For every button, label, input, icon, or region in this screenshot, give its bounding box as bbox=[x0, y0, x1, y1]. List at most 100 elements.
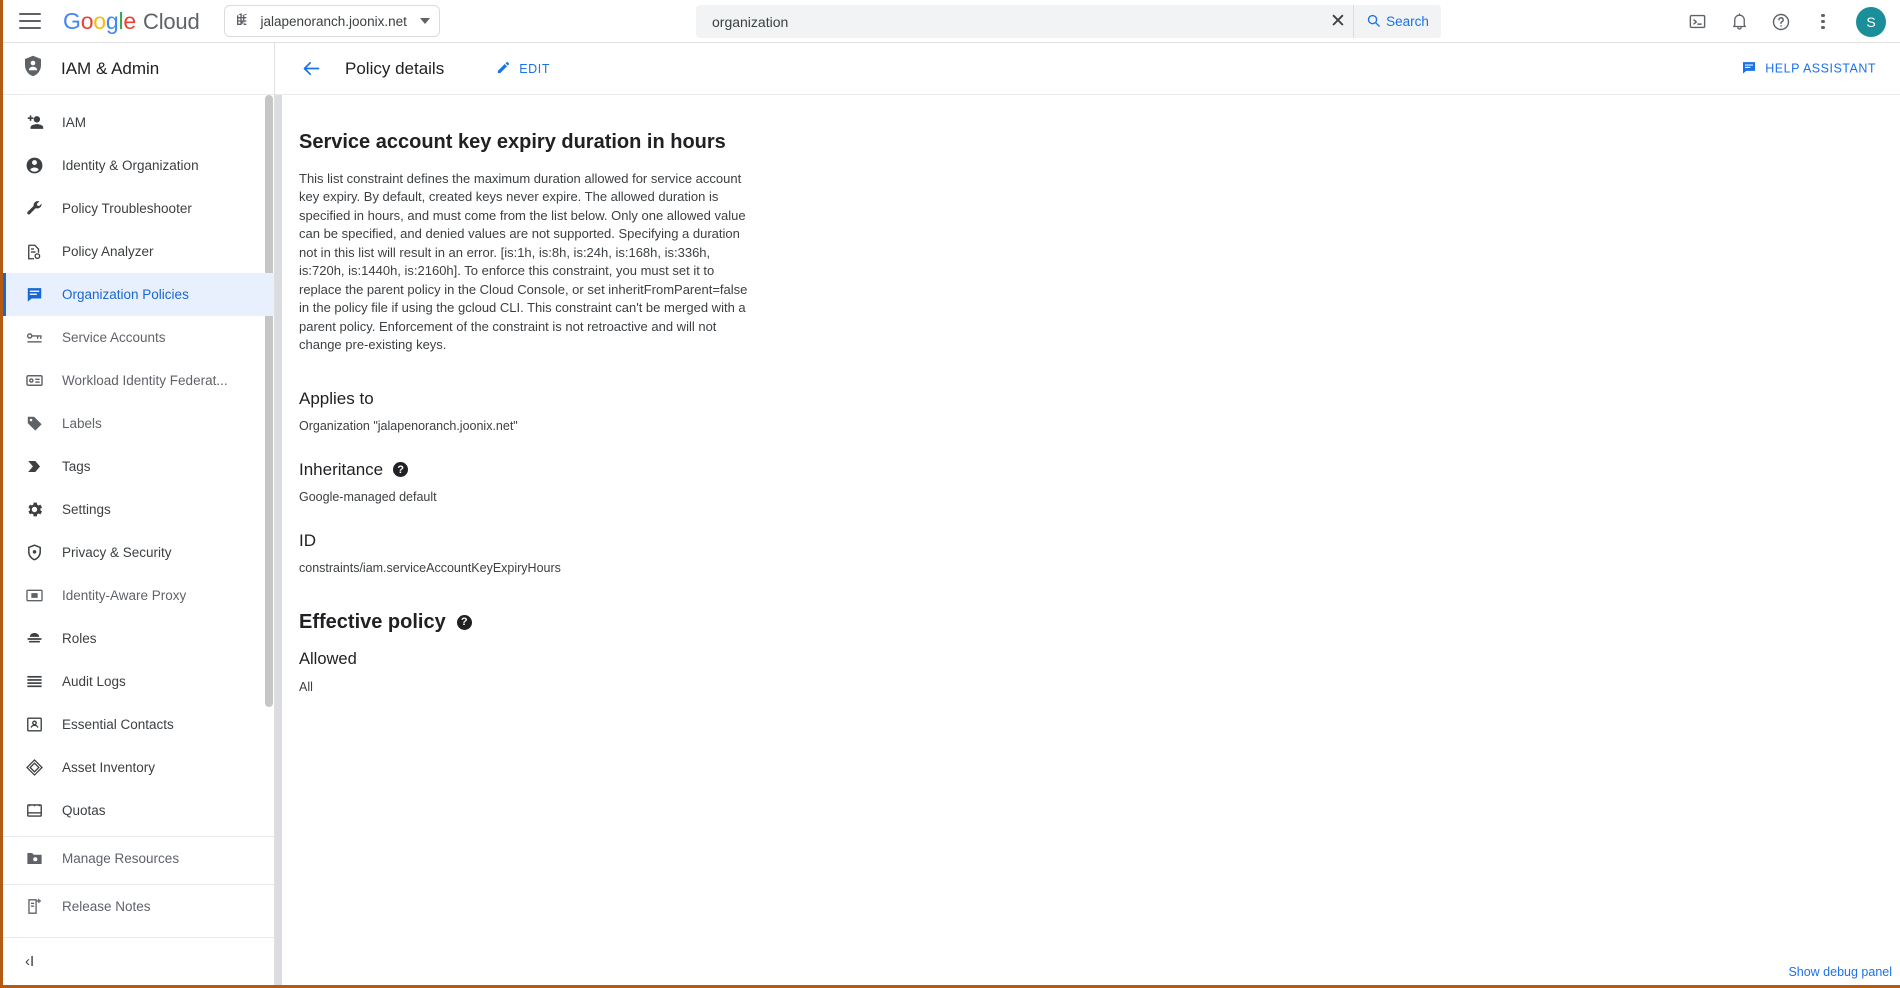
inheritance-heading-label: Inheritance bbox=[299, 459, 384, 479]
pencil-edit-icon bbox=[496, 60, 511, 78]
google-cloud-logo[interactable]: Google Cloud bbox=[63, 7, 200, 35]
sidebar-item-label: Release Notes bbox=[62, 899, 151, 914]
sidebar-item-label: Roles bbox=[62, 631, 97, 646]
sidebar-item-label: Policy Troubleshooter bbox=[62, 201, 192, 216]
sidebar-item-label: Quotas bbox=[62, 803, 106, 818]
avatar[interactable]: S bbox=[1856, 6, 1886, 37]
inheritance-value: Google-managed default bbox=[299, 489, 437, 504]
label-tag-icon bbox=[24, 414, 44, 434]
main-content-scrollbar[interactable] bbox=[275, 95, 282, 985]
layers-diamond-icon bbox=[24, 758, 44, 778]
id-heading: ID bbox=[299, 531, 1175, 551]
chevron-down-icon bbox=[419, 18, 430, 24]
search-button-label: Search bbox=[1386, 14, 1429, 29]
global-search-bar: ✕ Search bbox=[696, 5, 1441, 38]
sidebar-item-settings[interactable]: Settings bbox=[3, 488, 274, 531]
sidebar-header: IAM & Admin bbox=[3, 43, 274, 95]
list-lines-icon bbox=[24, 672, 44, 692]
main-content-area: Policy details EDIT HELP ASSISTANT Servi… bbox=[275, 43, 1900, 985]
sidebar-item-manage-resources[interactable]: Manage Resources bbox=[3, 837, 274, 880]
contact-card-icon bbox=[24, 715, 44, 735]
logo-letter-o1: o bbox=[80, 7, 94, 34]
more-options-icon[interactable] bbox=[1804, 3, 1842, 41]
search-input[interactable] bbox=[712, 13, 1323, 30]
page-toolbar: Policy details EDIT HELP ASSISTANT bbox=[275, 43, 1900, 95]
help-assistant-label: HELP ASSISTANT bbox=[1765, 61, 1876, 76]
page-title: Policy details bbox=[345, 58, 445, 78]
help-question-icon[interactable] bbox=[1762, 3, 1800, 41]
document-search-icon bbox=[24, 242, 44, 262]
edit-button[interactable]: EDIT bbox=[488, 54, 558, 84]
roles-hat-icon bbox=[24, 629, 44, 649]
sidebar-item-policy-analyzer[interactable]: Policy Analyzer bbox=[3, 230, 274, 273]
notifications-bell-icon[interactable] bbox=[1720, 3, 1758, 41]
sidebar-item-labels[interactable]: Labels bbox=[3, 402, 274, 445]
person-add-icon bbox=[24, 113, 44, 133]
hamburger-menu-icon[interactable] bbox=[19, 8, 45, 34]
sidebar-item-asset-inventory[interactable]: Asset Inventory bbox=[3, 746, 274, 789]
sidebar-item-label: Identity & Organization bbox=[62, 158, 199, 173]
sidebar-item-organization-policies[interactable]: Organization Policies bbox=[3, 273, 274, 316]
constraint-title: Service account key expiry duration in h… bbox=[299, 131, 726, 153]
applies-to-heading: Applies to bbox=[299, 389, 1175, 409]
project-selector[interactable]: jalapenoranch.joonix.net bbox=[224, 5, 440, 37]
shield-person-icon bbox=[21, 54, 45, 83]
sidebar-item-identity-organization[interactable]: Identity & Organization bbox=[3, 144, 274, 187]
effective-policy-help-icon[interactable]: ? bbox=[456, 614, 472, 630]
sidebar-item-label: Manage Resources bbox=[62, 851, 180, 866]
inheritance-heading: Inheritance ? bbox=[299, 460, 1175, 480]
effective-policy-heading: Effective policy ? bbox=[299, 611, 1175, 634]
sidebar-item-label: Service Accounts bbox=[62, 330, 166, 345]
top-header-bar: Google Cloud jalapenoranch.joonix.net ✕ bbox=[3, 0, 1900, 43]
clear-search-icon[interactable]: ✕ bbox=[1323, 5, 1353, 38]
sidebar-item-essential-contacts[interactable]: Essential Contacts bbox=[3, 703, 274, 746]
sidebar-item-identity-aware-proxy[interactable]: Identity-Aware Proxy bbox=[3, 574, 274, 617]
shield-icon bbox=[24, 543, 44, 563]
id-heading-label: ID bbox=[299, 530, 316, 550]
show-debug-panel-link[interactable]: Show debug panel bbox=[1788, 965, 1892, 979]
tag-arrow-icon bbox=[24, 457, 44, 477]
sidebar-item-iam[interactable]: IAM bbox=[3, 101, 274, 144]
sidebar-item-service-accounts[interactable]: Service Accounts bbox=[3, 316, 274, 359]
id-value: constraints/iam.serviceAccountKeyExpiryH… bbox=[299, 560, 561, 575]
logo-letter-e: e bbox=[123, 7, 136, 34]
id-badge-icon bbox=[24, 371, 44, 391]
left-sidebar: IAM & Admin IAM Identity & Organization bbox=[3, 43, 275, 985]
sidebar-item-label: Privacy & Security bbox=[62, 545, 172, 560]
sidebar-item-tags[interactable]: Tags bbox=[3, 445, 274, 488]
gear-icon bbox=[24, 500, 44, 520]
logo-letter-g: G bbox=[63, 7, 81, 34]
sidebar-item-label: Labels bbox=[62, 416, 102, 431]
sidebar-item-label: Identity-Aware Proxy bbox=[62, 588, 187, 603]
sidebar-item-policy-troubleshooter[interactable]: Policy Troubleshooter bbox=[3, 187, 274, 230]
sidebar-item-label: Essential Contacts bbox=[62, 717, 174, 732]
sidebar-item-audit-logs[interactable]: Audit Logs bbox=[3, 660, 274, 703]
sidebar-item-quotas[interactable]: Quotas bbox=[3, 789, 274, 832]
header-actions: S bbox=[1678, 0, 1886, 43]
help-assistant-button[interactable]: HELP ASSISTANT bbox=[1741, 59, 1876, 78]
search-field-container bbox=[696, 5, 1323, 38]
notes-sparkle-icon bbox=[24, 897, 44, 917]
iap-frame-icon bbox=[24, 586, 44, 606]
project-selector-label: jalapenoranch.joonix.net bbox=[260, 13, 407, 29]
effective-policy-heading-label: Effective policy bbox=[299, 610, 446, 633]
sidebar-item-roles[interactable]: Roles bbox=[3, 617, 274, 660]
sidebar-item-label: Organization Policies bbox=[62, 287, 189, 302]
sidebar-item-workload-identity-federation[interactable]: Workload Identity Federat... bbox=[3, 359, 274, 402]
cloud-shell-icon[interactable] bbox=[1678, 3, 1716, 41]
collapse-sidebar-button[interactable]: ‹I bbox=[3, 937, 274, 985]
inheritance-help-icon[interactable]: ? bbox=[393, 462, 409, 478]
policy-details-content: Service account key expiry duration in h… bbox=[275, 95, 1175, 694]
constraint-description: This list constraint defines the maximum… bbox=[299, 171, 748, 353]
logo-letter-g2: g bbox=[105, 7, 119, 34]
back-arrow-icon[interactable] bbox=[297, 55, 325, 83]
search-icon bbox=[1366, 13, 1381, 31]
logo-word-cloud: Cloud bbox=[143, 8, 200, 34]
key-card-icon bbox=[24, 328, 44, 348]
sidebar-nav-scroll: IAM Identity & Organization Policy Troub… bbox=[3, 95, 274, 937]
folder-settings-icon bbox=[24, 849, 44, 869]
sidebar-item-release-notes[interactable]: Release Notes bbox=[3, 885, 274, 928]
search-button[interactable]: Search bbox=[1353, 5, 1441, 38]
sidebar-item-privacy-security[interactable]: Privacy & Security bbox=[3, 531, 274, 574]
sidebar-title: IAM & Admin bbox=[61, 58, 160, 78]
